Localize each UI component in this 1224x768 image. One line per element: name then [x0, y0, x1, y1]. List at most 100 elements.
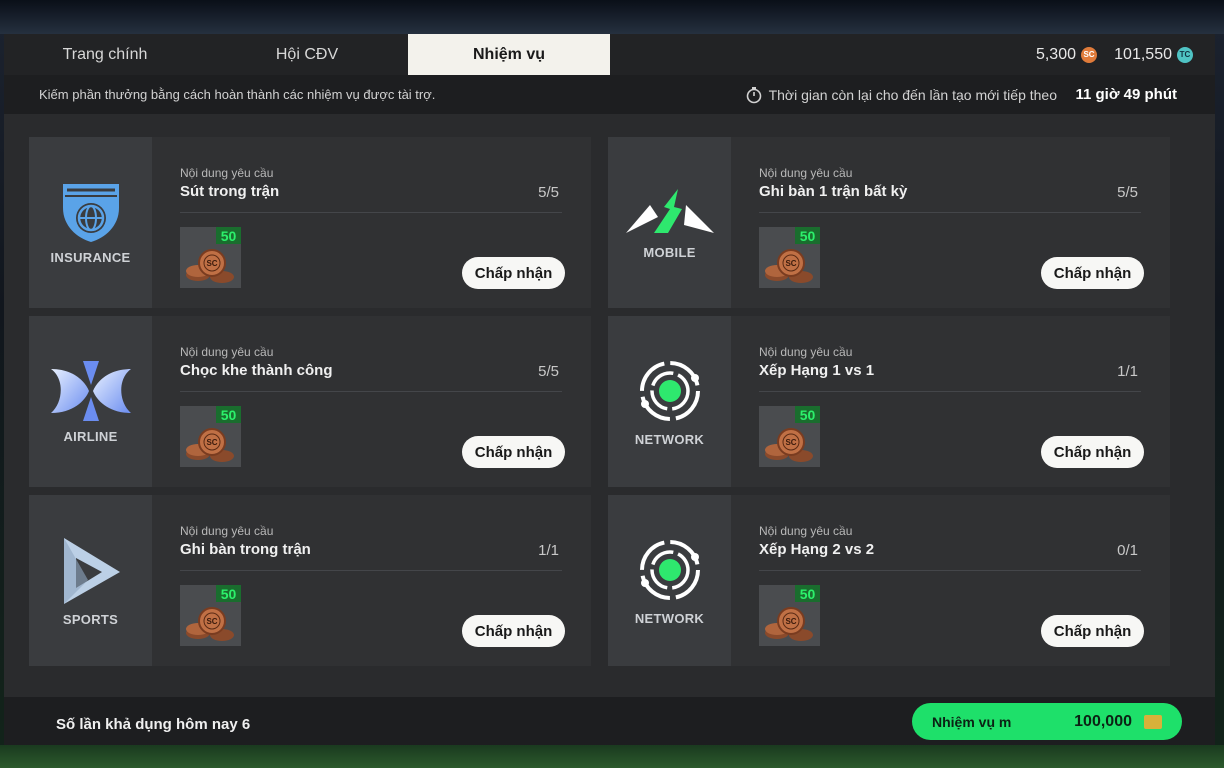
divider: [180, 570, 562, 571]
requirement-text: Ghi bàn trong trận: [180, 541, 311, 558]
tc-balance: 101,550 TC: [1114, 34, 1193, 75]
tc-coin-icon: TC: [1177, 46, 1193, 63]
sc-coins-icon: SC: [765, 428, 813, 462]
sc-coins-icon: SC: [765, 249, 813, 283]
sponsor-logo: NETWORK: [608, 495, 731, 666]
reward-item: SC 50: [759, 585, 820, 646]
accept-button[interactable]: Chấp nhận: [462, 615, 565, 647]
requirement-label: Nội dung yêu cầu: [759, 524, 853, 538]
sc-amount: 5,300: [1035, 45, 1076, 63]
requirement-label: Nội dung yêu cầu: [180, 345, 274, 359]
reward-item: SC 50: [759, 406, 820, 467]
sponsor-logo: MOBILE: [608, 137, 731, 308]
requirement-text: Chọc khe thành công: [180, 362, 333, 379]
tab-fan-club[interactable]: Hội CĐV: [206, 34, 408, 75]
airline-wings-icon: [50, 361, 131, 421]
mission-card: NETWORK Nội dung yêu cầu Xếp Hạng 1 vs 1…: [608, 316, 1170, 487]
coin-label: SC: [206, 617, 217, 626]
divider: [759, 391, 1141, 392]
timer-label: Thời gian còn lại cho đến lần tạo mới ti…: [768, 86, 1057, 103]
mission-progress: 5/5: [1117, 184, 1138, 201]
mission-progress: 0/1: [1117, 542, 1138, 559]
accept-button[interactable]: Chấp nhận: [1041, 257, 1144, 289]
sc-coins-icon: SC: [186, 607, 234, 641]
reward-item: SC 50: [180, 585, 241, 646]
stopwatch-icon: [746, 86, 761, 103]
info-bar: Kiếm phần thưởng bằng cách hoàn thành cá…: [4, 75, 1215, 114]
requirement-text: Sút trong trận: [180, 183, 280, 200]
uses-today: Số lần khả dụng hôm nay 6: [56, 715, 251, 733]
divider: [180, 391, 562, 392]
ticket-icon: [1144, 714, 1162, 729]
mission-card: NETWORK Nội dung yêu cầu Xếp Hạng 2 vs 2…: [608, 495, 1170, 666]
requirement-label: Nội dung yêu cầu: [180, 524, 274, 538]
mission-progress: 1/1: [1117, 363, 1138, 380]
reward-amount: 50: [216, 585, 241, 602]
new-mission-button[interactable]: Nhiệm vụ m 100,000: [912, 703, 1182, 740]
coin-label: SC: [785, 438, 796, 447]
tab-missions[interactable]: Nhiệm vụ: [408, 34, 610, 75]
reward-item: SC 50: [180, 227, 241, 288]
reward-item: SC 50: [759, 227, 820, 288]
sponsor-name: MOBILE: [643, 245, 696, 260]
sc-coins-icon: SC: [186, 428, 234, 462]
requirement-text: Ghi bàn 1 trận bất kỳ: [759, 183, 908, 200]
tc-amount: 101,550: [1114, 45, 1172, 63]
requirement-label: Nội dung yêu cầu: [759, 166, 853, 180]
mission-card: SPORTS Nội dung yêu cầu Ghi bàn trong tr…: [29, 495, 591, 666]
divider: [759, 212, 1141, 213]
mission-progress: 1/1: [538, 542, 559, 559]
sc-coin-icon: SC: [1081, 46, 1097, 63]
requirement-text: Xếp Hạng 1 vs 1: [759, 362, 875, 379]
missions-description: Kiếm phần thưởng bằng cách hoàn thành cá…: [39, 87, 436, 102]
coin-label: SC: [785, 617, 796, 626]
footer-bar: Số lần khả dụng hôm nay 6 Nhiệm vụ m 100…: [4, 697, 1215, 745]
mission-card: AIRLINE Nội dung yêu cầu Chọc khe thành …: [29, 316, 591, 487]
mission-progress: 5/5: [538, 184, 559, 201]
requirement-label: Nội dung yêu cầu: [759, 345, 853, 359]
requirement-text: Xếp Hạng 2 vs 2: [759, 541, 875, 558]
reward-amount: 50: [795, 406, 820, 423]
timer-value: 11 giờ 49 phút: [1075, 86, 1177, 103]
mission-card: INSURANCE Nội dung yêu cầu Sút trong trậ…: [29, 137, 591, 308]
tab-bar: Trang chính Hội CĐV Nhiệm vụ 5,300 SC 10…: [4, 34, 1215, 75]
new-mission-cost: 100,000: [1074, 712, 1132, 730]
network-orbit-icon: [639, 361, 700, 421]
accept-button[interactable]: Chấp nhận: [1041, 615, 1144, 647]
mission-progress: 5/5: [538, 363, 559, 380]
sports-play-icon: [63, 538, 120, 604]
reward-amount: 50: [216, 227, 241, 244]
sponsor-name: NETWORK: [634, 611, 705, 626]
coin-label: SC: [206, 438, 217, 447]
accept-button[interactable]: Chấp nhận: [462, 436, 565, 468]
requirement-label: Nội dung yêu cầu: [180, 166, 274, 180]
reward-amount: 50: [216, 406, 241, 423]
sponsor-logo: AIRLINE: [29, 316, 152, 487]
tab-home[interactable]: Trang chính: [4, 34, 206, 75]
reward-amount: 50: [795, 585, 820, 602]
background-top: [0, 0, 1224, 34]
sponsor-name: NETWORK: [634, 432, 705, 447]
sc-balance: 5,300 SC: [1036, 34, 1097, 75]
refresh-timer: Thời gian còn lại cho đến lần tạo mới ti…: [745, 75, 1057, 114]
reward-item: SC 50: [180, 406, 241, 467]
new-mission-label: Nhiệm vụ m: [932, 713, 1012, 730]
coin-label: SC: [206, 259, 217, 268]
sc-coins-icon: SC: [186, 249, 234, 283]
sponsor-name: AIRLINE: [63, 429, 118, 444]
sc-coins-icon: SC: [765, 607, 813, 641]
sponsor-name: SPORTS: [62, 612, 119, 627]
accept-button[interactable]: Chấp nhận: [1041, 436, 1144, 468]
shield-globe-icon: [62, 184, 119, 242]
mountain-bolt-icon: [625, 189, 714, 233]
sponsor-name: INSURANCE: [50, 250, 131, 265]
reward-amount: 50: [795, 227, 820, 244]
sponsor-logo: NETWORK: [608, 316, 731, 487]
network-orbit-icon: [639, 540, 700, 600]
coin-label: SC: [785, 259, 796, 268]
accept-button[interactable]: Chấp nhận: [462, 257, 565, 289]
divider: [180, 212, 562, 213]
missions-panel: Trang chính Hội CĐV Nhiệm vụ 5,300 SC 10…: [4, 34, 1215, 745]
mission-card: MOBILE Nội dung yêu cầu Ghi bàn 1 trận b…: [608, 137, 1170, 308]
sponsor-logo: SPORTS: [29, 495, 152, 666]
